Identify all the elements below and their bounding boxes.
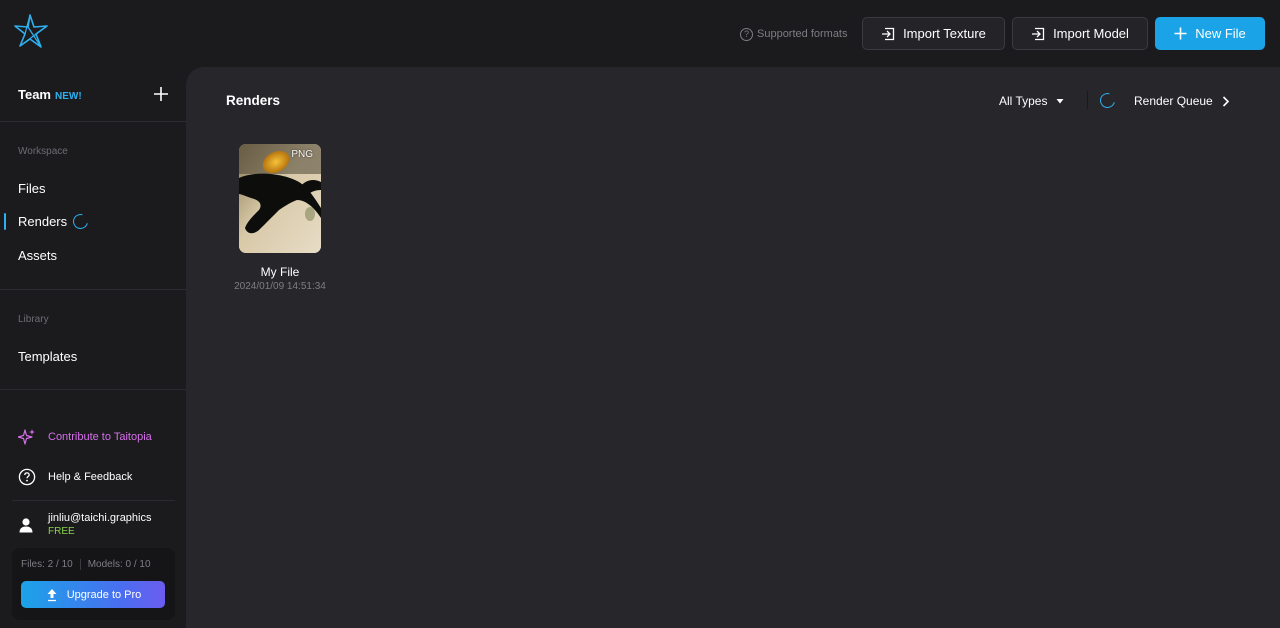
taitopia-logo-icon[interactable] xyxy=(13,13,49,49)
render-queue-button[interactable]: Render Queue xyxy=(1134,94,1230,108)
sidebar: Team NEW! Workspace Files Renders Assets… xyxy=(0,67,186,628)
upgrade-to-pro-button[interactable]: Upgrade to Pro xyxy=(21,581,165,608)
sidebar-item-assets[interactable]: Assets xyxy=(18,248,57,263)
import-texture-button[interactable]: Import Texture xyxy=(862,17,1005,50)
active-indicator xyxy=(4,213,6,230)
user-avatar-icon xyxy=(19,517,33,532)
team-label: Team xyxy=(18,87,51,102)
app-window: ? Supported formats Import Texture Impor… xyxy=(0,0,1280,628)
divider xyxy=(79,559,81,570)
plan-badge: FREE xyxy=(48,526,75,537)
quota-info: Files: 2 / 10 Models: 0 / 10 xyxy=(21,559,151,570)
sidebar-item-renders[interactable]: Renders xyxy=(18,211,91,232)
help-icon xyxy=(18,468,36,486)
sparkle-icon xyxy=(18,429,35,445)
type-filter-dropdown[interactable]: All Types xyxy=(999,94,1065,108)
render-thumbnail[interactable]: PNG xyxy=(239,144,321,253)
page-title: Renders xyxy=(226,93,281,108)
sidebar-item-files[interactable]: Files xyxy=(18,181,45,196)
divider xyxy=(0,389,186,390)
render-preview-image xyxy=(239,144,321,253)
render-queue-spinner-icon xyxy=(1097,90,1118,111)
divider xyxy=(12,500,175,501)
sidebar-item-label: Renders xyxy=(18,214,68,229)
team-section-title[interactable]: Team NEW! xyxy=(18,87,82,102)
import-texture-label: Import Texture xyxy=(903,26,986,41)
divider xyxy=(1087,91,1088,109)
upgrade-icon xyxy=(47,588,57,601)
sidebar-item-label: Templates xyxy=(18,349,78,364)
format-badge: PNG xyxy=(291,149,313,160)
divider xyxy=(0,121,186,122)
import-icon xyxy=(1032,27,1045,40)
user-email: jinliu@taichi.graphics xyxy=(48,512,152,524)
user-account[interactable]: jinliu@taichi.graphics FREE xyxy=(18,512,152,537)
supported-formats-label: Supported formats xyxy=(757,28,848,40)
supported-formats-link[interactable]: ? Supported formats xyxy=(740,26,848,42)
sidebar-item-label: Files xyxy=(18,181,46,196)
models-quota: Models: 0 / 10 xyxy=(87,559,151,570)
files-quota: Files: 2 / 10 xyxy=(21,559,73,570)
new-file-label: New File xyxy=(1195,26,1246,41)
add-team-icon[interactable] xyxy=(153,86,169,102)
filter-value: All Types xyxy=(999,94,1048,108)
sidebar-item-templates[interactable]: Templates xyxy=(18,349,77,364)
upgrade-label: Upgrade to Pro xyxy=(66,588,142,601)
help-label: Help & Feedback xyxy=(48,471,133,483)
new-file-button[interactable]: New File xyxy=(1155,17,1265,50)
render-name: My File xyxy=(260,265,300,279)
render-date: 2024/01/09 14:51:34 xyxy=(234,281,326,292)
question-icon: ? xyxy=(740,27,753,41)
help-feedback-link[interactable]: Help & Feedback xyxy=(18,468,132,486)
caret-down-icon xyxy=(1056,99,1064,104)
new-badge: NEW! xyxy=(55,91,82,102)
contribute-link[interactable]: Contribute to Taitopia xyxy=(18,428,152,446)
import-icon xyxy=(882,27,895,40)
import-model-label: Import Model xyxy=(1053,26,1129,41)
import-model-button[interactable]: Import Model xyxy=(1012,17,1148,50)
loading-spinner-icon xyxy=(70,211,91,232)
plus-icon xyxy=(1174,27,1187,40)
top-bar: ? Supported formats Import Texture Impor… xyxy=(0,0,1280,67)
chevron-right-icon xyxy=(1222,95,1229,107)
divider xyxy=(0,289,186,290)
library-label: Library xyxy=(18,314,49,325)
main-content: Renders All Types Render Queue PNG My Fi… xyxy=(186,67,1280,628)
sidebar-item-label: Assets xyxy=(18,248,58,263)
contribute-label: Contribute to Taitopia xyxy=(48,431,152,443)
workspace-label: Workspace xyxy=(18,146,68,157)
render-queue-label: Render Queue xyxy=(1134,94,1213,108)
quota-card: Files: 2 / 10 Models: 0 / 10 Upgrade to … xyxy=(12,548,175,620)
